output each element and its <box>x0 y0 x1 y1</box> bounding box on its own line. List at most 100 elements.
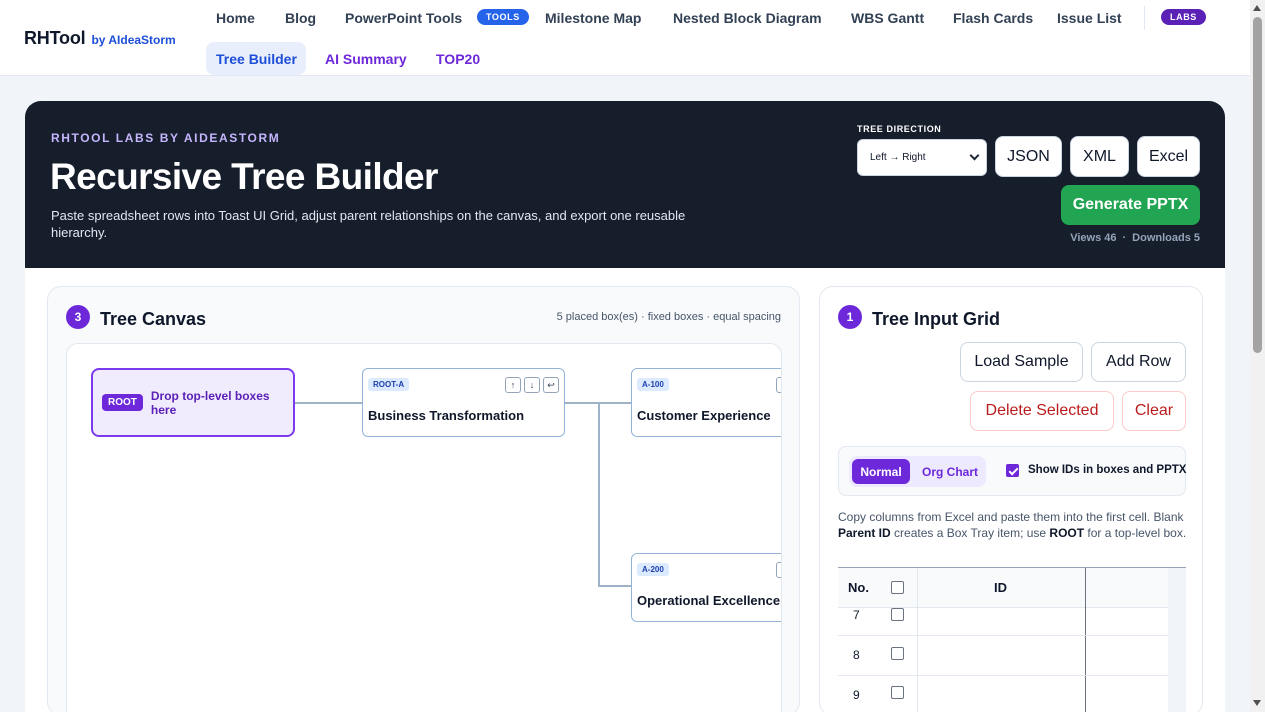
tree-canvas[interactable]: ROOT Drop top-level boxes here ROOT-A ↑ … <box>66 343 782 712</box>
move-up-icon[interactable]: ↑ <box>505 377 521 393</box>
tools-badge: TOOLS <box>477 9 529 25</box>
views-count: Views 46 <box>1070 232 1117 244</box>
help-parent-id: Parent ID <box>838 526 891 540</box>
tree-input-grid-title: Tree Input Grid <box>872 309 1001 329</box>
row-number: 8 <box>853 648 860 662</box>
nav-milestone-map[interactable]: Milestone Map <box>545 10 641 26</box>
row-checkbox[interactable] <box>891 608 904 621</box>
mode-toggle: Normal Org Chart <box>849 456 986 487</box>
node-label: Operational Excellence <box>637 593 781 608</box>
node-id-badge: A-200 <box>637 563 669 576</box>
root-drop-text: Drop top-level boxes here <box>150 388 270 417</box>
row-checkbox[interactable] <box>891 686 904 699</box>
brand-company: AIdeaStorm <box>108 33 176 47</box>
help-text-3: for a top-level box. <box>1084 526 1187 540</box>
table-row[interactable]: 9 <box>838 676 1168 712</box>
row-number: 9 <box>853 688 860 702</box>
node-id-badge: A-100 <box>637 378 669 391</box>
page-title: Recursive Tree Builder <box>50 156 438 197</box>
node-controls <box>776 562 781 578</box>
brand-byline: by AIdeaStorm <box>91 33 175 47</box>
root-drop-zone[interactable]: ROOT Drop top-level boxes here <box>91 368 295 437</box>
connector-vertical <box>598 402 600 586</box>
nav-home[interactable]: Home <box>216 10 255 26</box>
tree-canvas-card: 3 Tree Canvas 5 placed box(es) · fixed b… <box>47 286 800 712</box>
return-icon[interactable]: ↩ <box>543 377 559 393</box>
top-nav-bar: RHTool by AIdeaStorm Home Blog PowerPoin… <box>0 0 1250 76</box>
mode-normal-button[interactable]: Normal <box>852 459 910 484</box>
load-sample-button[interactable]: Load Sample <box>960 342 1083 382</box>
delete-selected-button[interactable]: Delete Selected <box>970 391 1114 431</box>
tree-node[interactable]: A-100 Customer Experience <box>631 368 781 437</box>
brand-by-label: by <box>91 33 106 47</box>
add-row-button[interactable]: Add Row <box>1091 342 1186 382</box>
table-scroll-gutter <box>1168 568 1186 712</box>
grid-help-text: Copy columns from Excel and paste them i… <box>838 509 1188 541</box>
tree-canvas-title: Tree Canvas <box>100 309 207 329</box>
nav-wbs-gantt[interactable]: WBS Gantt <box>851 10 924 26</box>
brand-logo[interactable]: RHTool by AIdeaStorm <box>24 28 176 49</box>
generate-pptx-button[interactable]: Generate PPTX <box>1061 185 1200 225</box>
step-badge-3: 3 <box>66 305 90 329</box>
nav-flash-cards[interactable]: Flash Cards <box>953 10 1033 26</box>
nav-divider <box>1144 6 1145 30</box>
help-text-2: creates a Box Tray item; use <box>890 526 1050 540</box>
hero-banner: RHTOOL LABS BY AIDEASTORM Recursive Tree… <box>25 101 1225 268</box>
export-json-button[interactable]: JSON <box>995 136 1062 177</box>
connector-b <box>598 585 631 587</box>
help-root: ROOT <box>1049 526 1085 540</box>
show-ids-label: Show IDs in boxes and PPTX <box>1028 464 1187 476</box>
nav-tree-builder[interactable]: Tree Builder <box>216 51 297 67</box>
tree-node[interactable]: A-200 Operational Excellence <box>631 553 781 622</box>
table-row[interactable]: 8 <box>838 636 1168 676</box>
stats-separator: · <box>1122 232 1127 244</box>
table-row[interactable]: 7 <box>838 608 1168 636</box>
nav-nested-block-diagram[interactable]: Nested Block Diagram <box>673 10 822 26</box>
step-badge-1: 1 <box>838 305 862 329</box>
col-no-header: No. <box>848 580 869 595</box>
nav-ai-summary[interactable]: AI Summary <box>325 51 407 67</box>
node-label: Business Transformation <box>368 408 525 423</box>
show-ids-checkbox[interactable] <box>1006 464 1019 477</box>
move-down-icon[interactable]: ↓ <box>524 377 540 393</box>
row-checkbox[interactable] <box>891 647 904 660</box>
nav-top20[interactable]: TOP20 <box>436 51 480 67</box>
tree-node[interactable]: ROOT-A ↑ ↓ ↩ Business Transformation <box>362 368 565 437</box>
scroll-thumb[interactable] <box>1253 17 1262 353</box>
scroll-up-arrow-icon[interactable] <box>1253 5 1261 11</box>
brand-name: RHTool <box>24 28 86 48</box>
tree-input-grid-card: 1 Tree Input Grid Load Sample Add Row De… <box>819 286 1203 712</box>
hero-description: Paste spreadsheet rows into Toast UI Gri… <box>51 208 686 240</box>
tree-direction-select[interactable]: Left → Right <box>857 139 987 176</box>
mode-options: Normal Org Chart Show IDs in boxes and P… <box>838 446 1186 496</box>
col-id-header[interactable]: ID <box>994 580 1007 595</box>
move-up-icon[interactable] <box>776 562 781 578</box>
tree-direction-label: TREE DIRECTION <box>857 124 942 134</box>
scroll-down-arrow-icon[interactable] <box>1253 700 1261 706</box>
select-all-checkbox[interactable] <box>891 581 904 594</box>
move-up-icon[interactable] <box>776 377 781 393</box>
node-controls: ↑ ↓ ↩ <box>505 377 559 393</box>
export-excel-button[interactable]: Excel <box>1137 136 1200 177</box>
clear-button[interactable]: Clear <box>1122 391 1186 431</box>
mode-org-chart-button[interactable]: Org Chart <box>919 459 981 484</box>
node-controls <box>776 377 781 393</box>
node-id-badge: ROOT-A <box>368 378 410 391</box>
downloads-count: Downloads 5 <box>1132 232 1200 244</box>
hero-eyebrow: RHTOOL LABS BY AIDEASTORM <box>51 131 281 145</box>
row-number: 7 <box>853 608 860 622</box>
tree-direction-value: Left → Right <box>870 152 926 163</box>
usage-stats: Views 46 · Downloads 5 <box>1070 232 1200 244</box>
labs-badge[interactable]: LABS <box>1161 9 1206 25</box>
canvas-meta: 5 placed box(es) · fixed boxes · equal s… <box>556 311 781 323</box>
nav-powerpoint-tools[interactable]: PowerPoint Tools <box>345 10 462 26</box>
chevron-down-icon <box>969 150 980 161</box>
page-scrollbar[interactable] <box>1250 0 1265 712</box>
connector-root <box>295 402 362 404</box>
export-xml-button[interactable]: XML <box>1070 136 1129 177</box>
nav-issue-list[interactable]: Issue List <box>1057 10 1122 26</box>
nav-blog[interactable]: Blog <box>285 10 316 26</box>
table-header: No. ID <box>838 568 1186 608</box>
root-tag: ROOT <box>102 394 143 411</box>
tree-input-table[interactable]: No. ID 7 8 9 <box>838 567 1186 712</box>
